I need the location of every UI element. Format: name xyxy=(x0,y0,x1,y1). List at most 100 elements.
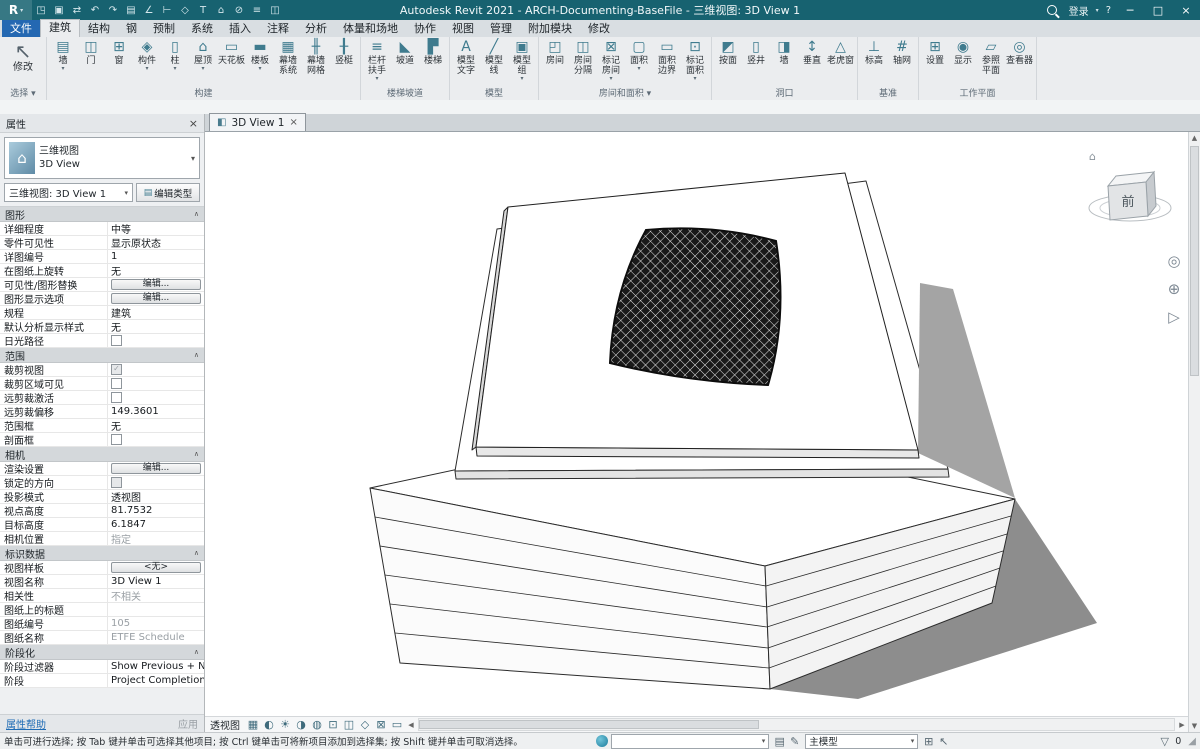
detail-level-icon[interactable]: ▦ xyxy=(245,718,261,731)
text-icon[interactable]: T xyxy=(194,5,212,16)
close-icon[interactable]: × xyxy=(290,117,298,128)
scroll-left-icon[interactable]: ◀ xyxy=(405,721,417,729)
section-header[interactable]: 范围 ∧ xyxy=(0,348,204,363)
gridshell-canopy[interactable] xyxy=(608,227,782,387)
scroll-right-icon[interactable]: ▶ xyxy=(1176,721,1188,729)
orbit-icon[interactable]: ▷ xyxy=(1163,306,1185,328)
tab-massing-site[interactable]: 体量和场地 xyxy=(335,20,406,37)
edit-button[interactable]: 编辑... xyxy=(111,293,201,304)
edit-button[interactable]: <无> xyxy=(111,562,201,573)
viewer-button[interactable]: ◎ 查看器 xyxy=(1005,37,1034,87)
view-tab-3d-view-1[interactable]: ◧ 3D View 1 × xyxy=(209,113,306,131)
checkbox[interactable] xyxy=(111,434,122,445)
roof-button[interactable]: ⌂ 屋顶 ▾ xyxy=(189,37,217,87)
apply-button[interactable]: 应用 xyxy=(178,716,198,731)
scrollbar-thumb[interactable] xyxy=(419,720,759,729)
tab-insert[interactable]: 插入 xyxy=(221,20,259,37)
viewcube-home-icon[interactable]: ⌂ xyxy=(1089,150,1096,163)
revit-logo[interactable]: R ▾ xyxy=(0,0,32,20)
tab-systems[interactable]: 系统 xyxy=(183,20,221,37)
property-value[interactable]: 81.7532 xyxy=(108,504,204,517)
curtain-grid-button[interactable]: ╫ 幕墙 网格 xyxy=(302,37,330,87)
perspective-mode-label[interactable]: 透视图 xyxy=(210,717,240,732)
filter-icon[interactable]: ▽ xyxy=(1157,735,1172,748)
open-icon[interactable]: ◳ xyxy=(32,5,50,16)
search-icon[interactable] xyxy=(1046,5,1057,15)
sun-path-icon[interactable]: ☀ xyxy=(277,718,293,731)
vertical-scrollbar[interactable]: ▲ ▼ xyxy=(1188,132,1200,732)
help-button[interactable]: ? xyxy=(1103,5,1114,16)
shadows-icon[interactable]: ◑ xyxy=(293,718,309,731)
section-header[interactable]: 相机 ∧ xyxy=(0,447,204,462)
floor-button[interactable]: ▬ 楼板 ▾ xyxy=(246,37,274,87)
tab-annotate[interactable]: 注释 xyxy=(259,20,297,37)
scroll-up-icon[interactable]: ▲ xyxy=(1189,132,1200,144)
window-button[interactable]: ⊞ 窗 xyxy=(105,37,133,87)
level-button[interactable]: ⊥ 标高 xyxy=(860,37,888,87)
checkbox[interactable] xyxy=(111,392,122,403)
property-value[interactable]: 显示原状态 xyxy=(108,236,204,249)
model-text-button[interactable]: A 模型 文字 xyxy=(452,37,480,87)
temporary-view-properties-icon[interactable]: ▭ xyxy=(389,718,405,731)
wall-opening-button[interactable]: ◨ 墙 xyxy=(770,37,798,87)
switch-windows-icon[interactable]: ◫ xyxy=(266,5,284,16)
opening-by-face-button[interactable]: ◩ 按面 xyxy=(714,37,742,87)
door-button[interactable]: ◫ 门 xyxy=(77,37,105,87)
viewcube-front-label[interactable]: 前 xyxy=(1121,194,1134,210)
section-header[interactable]: 阶段化 ∧ xyxy=(0,645,204,660)
property-value[interactable]: 无 xyxy=(108,419,204,432)
worksets-icon[interactable]: ▤ xyxy=(772,735,787,748)
curtain-system-button[interactable]: ▦ 幕墙 系统 xyxy=(274,37,302,87)
property-value[interactable]: 149.3601 xyxy=(108,405,204,418)
sync-icon[interactable]: ⇄ xyxy=(68,5,86,16)
crop-view-icon[interactable]: ⊡ xyxy=(325,718,341,731)
mullion-button[interactable]: ╂ 竖梃 xyxy=(330,37,358,87)
stair-button[interactable]: ▛ 楼梯 xyxy=(419,37,447,87)
tab-analyze[interactable]: 分析 xyxy=(297,20,335,37)
area-boundary-button[interactable]: ▭ 面积 边界 xyxy=(653,37,681,87)
save-icon[interactable]: ▣ xyxy=(50,5,68,16)
modify-button[interactable]: ↖ 修改 xyxy=(2,37,44,87)
property-value[interactable] xyxy=(108,334,204,347)
tab-collaborate[interactable]: 协作 xyxy=(406,20,444,37)
steering-wheel-icon[interactable]: ◎ xyxy=(1163,250,1185,272)
property-value[interactable] xyxy=(108,391,204,404)
tag-room-button[interactable]: ⊠ 标记 房间 ▾ xyxy=(597,37,625,87)
rendering-dialog-icon[interactable]: ◍ xyxy=(309,718,325,731)
property-value[interactable] xyxy=(108,377,204,390)
tab-modify[interactable]: 修改 xyxy=(580,20,618,37)
properties-help-link[interactable]: 属性帮助 xyxy=(6,716,46,731)
edit-button[interactable]: 编辑... xyxy=(111,279,201,290)
sign-in-button[interactable]: 登录 xyxy=(1066,3,1092,18)
property-value[interactable]: 透视图 xyxy=(108,490,204,503)
set-work-plane-button[interactable]: ⊞ 设置 xyxy=(921,37,949,87)
property-value[interactable]: Show Previous + New xyxy=(108,660,204,673)
section-icon[interactable]: ⊘ xyxy=(230,5,248,16)
editing-requests-icon[interactable]: ✎ xyxy=(787,735,802,748)
property-value[interactable]: 编辑... xyxy=(108,292,204,305)
worksharing-status-icon[interactable] xyxy=(596,735,609,747)
column-button[interactable]: ▯ 柱 ▾ xyxy=(161,37,189,87)
component-button[interactable]: ◈ 构件 ▾ xyxy=(133,37,161,87)
property-value[interactable]: Project Completion xyxy=(108,674,204,687)
maximize-button[interactable]: □ xyxy=(1146,0,1170,20)
close-icon[interactable]: × xyxy=(189,117,198,130)
exclude-options-icon[interactable]: ⊞ xyxy=(921,735,936,748)
aligned-dimension-icon[interactable]: ⊢ xyxy=(158,5,176,16)
tag-icon[interactable]: ◇ xyxy=(176,5,194,16)
dormer-button[interactable]: △ 老虎窗 xyxy=(826,37,855,87)
scrollbar-thumb[interactable] xyxy=(1190,146,1199,376)
scroll-down-icon[interactable]: ▼ xyxy=(1189,720,1200,732)
property-value[interactable]: 无 xyxy=(108,264,204,277)
room-separator-button[interactable]: ◫ 房间 分隔 xyxy=(569,37,597,87)
property-value[interactable]: 1 xyxy=(108,250,204,263)
tab-view[interactable]: 视图 xyxy=(444,20,482,37)
temporary-hide-isolate-icon[interactable]: ◇ xyxy=(357,718,373,731)
property-value[interactable]: 6.1847 xyxy=(108,518,204,531)
ceiling-button[interactable]: ▭ 天花板 xyxy=(217,37,246,87)
tab-manage[interactable]: 管理 xyxy=(482,20,520,37)
visual-style-icon[interactable]: ◐ xyxy=(261,718,277,731)
area-button[interactable]: ▢ 面积 ▾ xyxy=(625,37,653,87)
print-icon[interactable]: ▤ xyxy=(122,5,140,16)
tab-architecture[interactable]: 建筑 xyxy=(40,19,80,37)
